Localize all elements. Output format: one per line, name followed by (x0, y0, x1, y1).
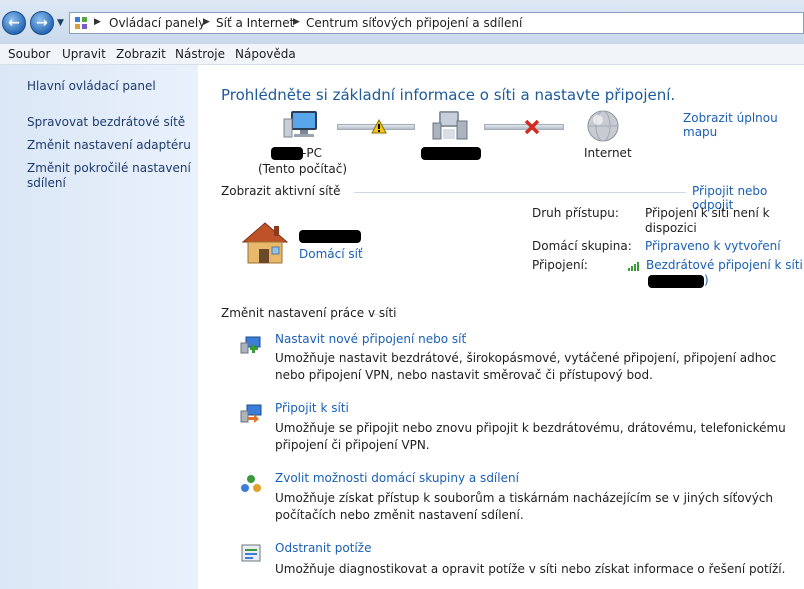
section-divider (374, 314, 379, 315)
menu-tools[interactable]: Nástroje (175, 47, 225, 61)
this-computer-label: (Tento počítač) (258, 162, 348, 176)
section-divider (354, 192, 686, 193)
wireless-connection-link[interactable]: Bezdrátové připojení k síti (646, 258, 803, 272)
redacted-computer-name (271, 147, 303, 160)
homegroup-label: Domácí skupina: (532, 239, 632, 253)
task-connect-network-link[interactable]: Připojit k síti (275, 401, 349, 415)
recent-pages-dropdown-icon[interactable]: ▼ (57, 18, 64, 28)
breadcrumb-separator-icon: ▶ (293, 17, 300, 27)
disconnected-x-icon[interactable] (524, 119, 540, 135)
warning-icon[interactable] (371, 119, 387, 134)
breadcrumb-separator-icon: ▶ (94, 17, 101, 27)
back-button[interactable]: ← (2, 11, 26, 35)
homegroup-link[interactable]: Připraveno k vytvoření (645, 239, 781, 253)
redacted-network-name (421, 147, 481, 160)
breadcrumb-separator-icon: ▶ (203, 17, 210, 27)
task-troubleshoot-desc: Umožňuje diagnostikovat a opravit potíže… (275, 562, 786, 576)
wireless-signal-icon (628, 262, 639, 271)
redacted-ssid (648, 275, 704, 288)
network-device-icon[interactable] (431, 109, 471, 141)
connection-close-paren: ) (704, 273, 709, 287)
internet-globe-icon[interactable] (586, 109, 620, 143)
page-title: Prohlédněte si základní informace o síti… (221, 86, 676, 104)
breadcrumb-network-center[interactable]: Centrum síťových připojení a sdílení (306, 16, 522, 30)
main-content: Prohlédněte si základní informace o síti… (198, 65, 804, 589)
active-networks-heading: Zobrazit aktivní sítě (221, 184, 341, 198)
task-homegroup-link[interactable]: Zvolit možnosti domácí skupiny a sdílení (275, 471, 519, 485)
sidebar-item-advanced-sharing[interactable]: Změnit pokročilé nastavení sdílení (27, 161, 192, 191)
internet-label: Internet (584, 146, 632, 160)
redacted-active-network-name (299, 230, 361, 243)
network-type-link[interactable]: Domácí síť (299, 247, 363, 261)
sidebar-item-adapter-settings[interactable]: Změnit nastavení adaptéru (27, 138, 192, 153)
address-box[interactable]: ▶ Ovládací panely ▶ Síť a Internet ▶ Cen… (69, 12, 804, 34)
task-connect-network-desc: Umožňuje se připojit nebo znovu připojit… (275, 421, 786, 452)
new-connection-icon (240, 336, 261, 354)
task-new-connection-link[interactable]: Nastavit nové připojení nebo síť (275, 332, 466, 346)
control-panel-icon (75, 17, 87, 29)
connect-to-network-icon (240, 404, 262, 423)
sidebar-home-link[interactable]: Hlavní ovládací panel (27, 79, 192, 94)
breadcrumb-control-panel[interactable]: Ovládací panely (109, 16, 205, 30)
homegroup-sharing-icon (241, 475, 261, 492)
menu-bar: Soubor Upravit Zobrazit Nástroje Nápověd… (0, 44, 804, 65)
menu-view[interactable]: Zobrazit (116, 47, 166, 61)
full-map-link[interactable]: Zobrazit úplnou mapu (683, 111, 804, 139)
task-homegroup-desc: Umožňuje získat přístup k souborům a tis… (275, 491, 774, 522)
menu-file[interactable]: Soubor (8, 47, 50, 61)
change-settings-heading: Změnit nastavení práce v síti (221, 306, 397, 320)
access-type-label: Druh přístupu: (532, 206, 619, 220)
home-network-icon[interactable] (240, 220, 290, 266)
computer-name-suffix: -PC (302, 146, 322, 160)
sidebar-item-manage-wireless[interactable]: Spravovat bezdrátové sítě (27, 115, 192, 130)
connection-label: Připojení: (532, 258, 588, 272)
menu-help[interactable]: Nápověda (235, 47, 296, 61)
task-new-connection-desc: Umožňuje nastavit bezdrátové, širokopásm… (275, 351, 777, 382)
computer-icon[interactable] (283, 109, 321, 141)
address-bar: ← → ▼ ▶ Ovládací panely ▶ Síť a Internet… (0, 0, 804, 45)
breadcrumb-network-internet[interactable]: Síť a Internet (216, 16, 294, 30)
menu-edit[interactable]: Upravit (62, 47, 106, 61)
access-type-value: Připojení k síti není k dispozici (645, 206, 770, 235)
troubleshoot-icon (241, 544, 261, 562)
task-troubleshoot-link[interactable]: Odstranit potíže (275, 541, 371, 555)
forward-button[interactable]: → (30, 11, 54, 35)
sidebar: Hlavní ovládací panel Spravovat bezdráto… (0, 65, 198, 589)
